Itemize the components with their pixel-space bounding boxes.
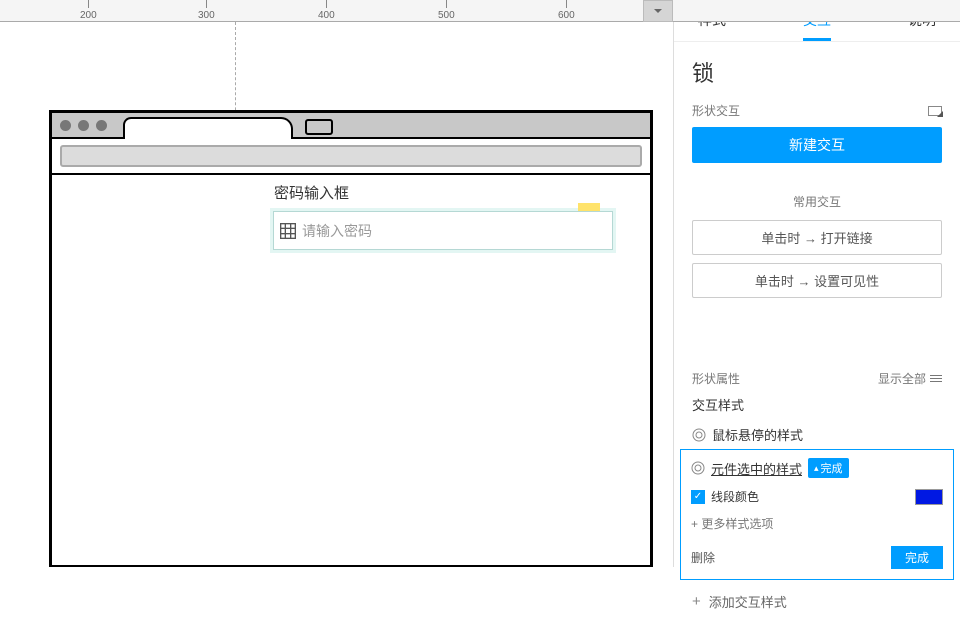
field-label: 密码输入框	[274, 182, 349, 203]
ruler-tick: 500	[438, 0, 455, 21]
line-color-label: 线段颜色	[711, 488, 759, 505]
browser-control-icon	[305, 119, 333, 135]
canvas-area[interactable]: 密码输入框 请输入密码	[0, 22, 673, 567]
target-icon	[692, 428, 706, 442]
chevron-up-icon: ▴	[814, 463, 819, 474]
target-icon	[691, 461, 705, 475]
dot-icon	[60, 120, 71, 131]
browser-tab	[123, 117, 293, 139]
list-icon	[930, 375, 942, 382]
common-open-link-button[interactable]: 单击时 → 打开链接	[692, 220, 942, 255]
color-swatch[interactable]	[915, 489, 943, 505]
section-shape-props: 形状属性 显示全部	[674, 370, 960, 387]
ruler-tick: 400	[318, 0, 335, 21]
ruler-tick: 200	[80, 0, 97, 21]
show-all-button[interactable]: 显示全部	[878, 370, 942, 387]
line-color-row: ✓ 线段颜色	[691, 488, 943, 505]
common-interactions-header: 常用交互	[692, 193, 942, 210]
section-shape-interactions: 形状交互	[692, 102, 942, 119]
plus-icon: +	[692, 593, 701, 610]
resize-handle[interactable]	[578, 203, 600, 211]
done-button[interactable]: 完成	[891, 546, 943, 569]
delete-button[interactable]: 删除	[691, 549, 715, 566]
inspector-panel: 样式 交互 说明 锁 形状交互 新建交互 常用交互 单击时 → 打开链接 单击时…	[673, 0, 960, 567]
divider	[52, 173, 650, 175]
add-interaction-style-button[interactable]: + 添加交互样式	[674, 580, 960, 623]
grid-icon	[280, 223, 296, 239]
horizontal-ruler: 200 300 400 500 600	[0, 0, 960, 22]
selected-input-widget[interactable]: 请输入密码	[270, 208, 616, 253]
ruler-tick: 600	[558, 0, 575, 21]
browser-urlbar	[60, 145, 642, 167]
ruler-tick: 300	[198, 0, 215, 21]
line-color-checkbox[interactable]: ✓	[691, 490, 705, 504]
dot-icon	[96, 120, 107, 131]
interaction-styles-title: 交互样式	[674, 395, 960, 414]
browser-frame-widget[interactable]	[49, 110, 653, 567]
common-set-visibility-button[interactable]: 单击时 → 设置可见性	[692, 263, 942, 298]
collapse-icon[interactable]	[928, 106, 942, 116]
dot-icon	[78, 120, 89, 131]
new-interaction-button[interactable]: 新建交互	[692, 127, 942, 163]
toolbar-dropdown[interactable]	[643, 0, 673, 22]
more-styles-link[interactable]: + 更多样式选项	[691, 515, 943, 532]
browser-tabbar	[52, 113, 650, 139]
input-placeholder: 请输入密码	[302, 221, 372, 241]
selected-style-row[interactable]: 元件选中的样式 ▴ 完成	[691, 458, 943, 478]
hover-style-row[interactable]: 鼠标悬停的样式	[674, 420, 960, 449]
selected-style-editor: 元件选中的样式 ▴ 完成 ✓ 线段颜色 + 更多样式选项 删除 完成	[680, 449, 954, 580]
window-controls	[60, 120, 107, 131]
collapse-badge[interactable]: ▴ 完成	[808, 458, 849, 478]
widget-name: 锁	[692, 56, 942, 88]
